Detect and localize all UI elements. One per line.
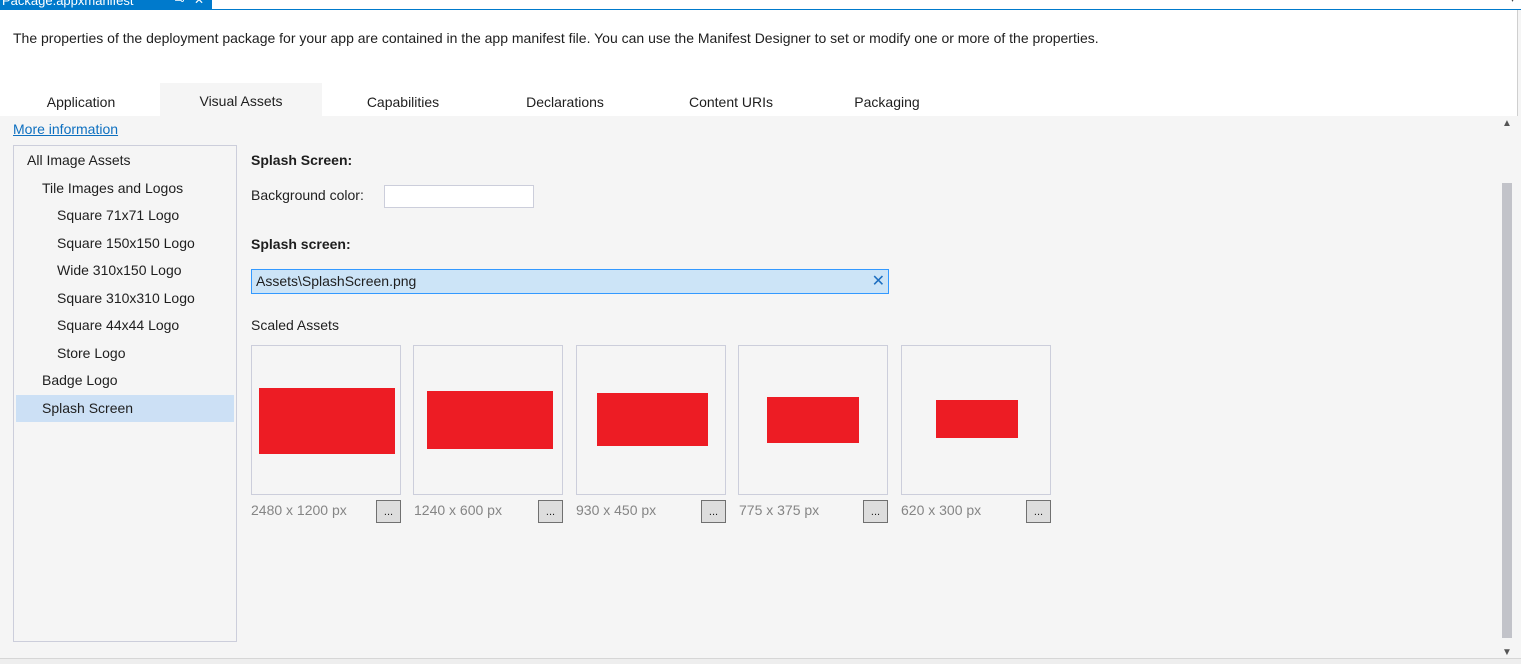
tab-visual-assets[interactable]: Visual Assets: [160, 83, 322, 116]
tree-item-badge-logo[interactable]: Badge Logo: [16, 367, 234, 394]
tree-item-tile-images-and-logos[interactable]: Tile Images and Logos: [16, 175, 234, 202]
asset-image: [936, 400, 1018, 438]
asset-image: [597, 393, 708, 446]
pin-icon[interactable]: ⊸: [175, 0, 185, 7]
browse-button[interactable]: ...: [538, 500, 563, 523]
browse-button[interactable]: ...: [376, 500, 401, 523]
asset-size-label: 620 x 300 px: [901, 502, 982, 518]
tree-item-square-44x44-logo[interactable]: Square 44x44 Logo: [16, 312, 234, 339]
tree-item-splash-screen[interactable]: Splash Screen: [16, 395, 234, 422]
splash-screen-path-input[interactable]: Assets\SplashScreen.png ✕: [251, 269, 889, 294]
tree-item-square-150x150-logo[interactable]: Square 150x150 Logo: [16, 230, 234, 257]
tree-item-square-310x310-logo[interactable]: Square 310x310 Logo: [16, 285, 234, 312]
browse-button[interactable]: ...: [863, 500, 888, 523]
scaled-assets-label: Scaled Assets: [251, 317, 339, 333]
tab-overflow-icon[interactable]: ▾: [1510, 0, 1515, 5]
tree-item-wide-310x150-logo[interactable]: Wide 310x150 Logo: [16, 257, 234, 284]
asset-image: [259, 388, 395, 454]
background-color-input[interactable]: [384, 185, 534, 208]
tab-application[interactable]: Application: [0, 83, 162, 116]
asset-image: [427, 391, 553, 449]
scroll-up-icon[interactable]: ▲: [1502, 118, 1512, 129]
scaled-asset-preview: [738, 345, 888, 495]
tab-content-uris[interactable]: Content URIs: [650, 83, 812, 116]
document-tab-title: Package.appxmanifest: [2, 0, 134, 8]
manifest-description: The properties of the deployment package…: [13, 30, 1099, 46]
browse-button[interactable]: ...: [701, 500, 726, 523]
splash-section-title: Splash Screen:: [251, 152, 353, 168]
document-tab[interactable]: Package.appxmanifest ⊸ ✕: [0, 0, 212, 9]
scrollbar-thumb[interactable]: [1502, 183, 1512, 638]
tab-capabilities[interactable]: Capabilities: [322, 83, 484, 116]
tree-item-all-image-assets[interactable]: All Image Assets: [16, 147, 234, 174]
close-tab-icon[interactable]: ✕: [194, 0, 204, 7]
splash-screen-label: Splash screen:: [251, 236, 351, 252]
scroll-down-icon[interactable]: ▼: [1502, 647, 1512, 658]
scaled-asset-preview: [901, 345, 1051, 495]
vertical-scrollbar[interactable]: ▲ ▼: [1499, 118, 1515, 658]
background-color-label: Background color:: [251, 187, 364, 203]
browse-button[interactable]: ...: [1026, 500, 1051, 523]
tab-declarations[interactable]: Declarations: [484, 83, 646, 116]
tree-item-store-logo[interactable]: Store Logo: [16, 340, 234, 367]
scaled-asset-preview: [413, 345, 563, 495]
tree-item-square-71x71-logo[interactable]: Square 71x71 Logo: [16, 202, 234, 229]
clear-icon[interactable]: ✕: [872, 271, 885, 291]
asset-size-label: 930 x 450 px: [576, 502, 657, 518]
scaled-asset-preview: [251, 345, 401, 495]
tab-packaging[interactable]: Packaging: [806, 83, 968, 116]
splash-screen-path-value: Assets\SplashScreen.png: [256, 273, 417, 289]
asset-size-label: 1240 x 600 px: [414, 502, 502, 518]
asset-size-label: 775 x 375 px: [739, 502, 820, 518]
bottom-border: [0, 658, 1521, 664]
asset-image: [767, 397, 859, 443]
asset-size-label: 2480 x 1200 px: [251, 502, 347, 518]
scaled-asset-preview: [576, 345, 726, 495]
more-information-link[interactable]: More information: [13, 121, 118, 137]
asset-tree: All Image Assets Tile Images and Logos S…: [13, 145, 237, 642]
